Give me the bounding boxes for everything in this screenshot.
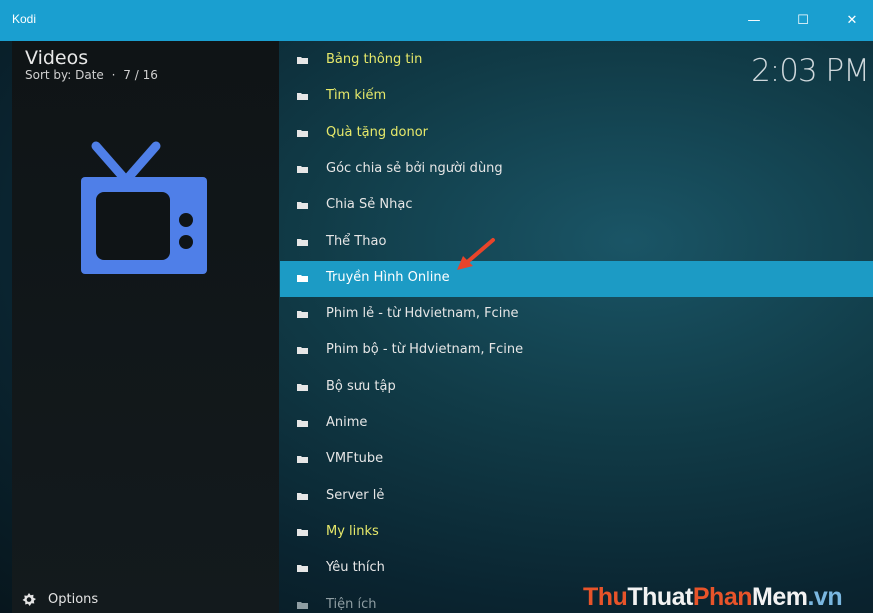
list-item[interactable]: Phim lẻ - từ Hdvietnam, Fcine: [280, 297, 873, 333]
list-item-label: Phim bộ - từ Hdvietnam, Fcine: [326, 342, 524, 358]
folder-icon: [297, 165, 308, 173]
sort-separator: ·: [111, 68, 116, 82]
list-item[interactable]: VMFtube: [280, 442, 873, 478]
list-item[interactable]: Server lẻ: [280, 479, 873, 515]
annotation-arrow: [457, 238, 495, 270]
close-icon: ✕: [846, 13, 858, 28]
folder-icon: [297, 347, 308, 355]
list-item-label: VMFtube: [326, 451, 384, 467]
page-title: Videos: [25, 47, 89, 69]
close-button[interactable]: ✕: [829, 0, 873, 41]
watermark-part: Thu: [583, 583, 628, 611]
list-item-label: Góc chia sẻ bởi người dùng: [326, 160, 503, 176]
folder-icon: [297, 238, 308, 246]
list-item-label: Anime: [326, 415, 368, 430]
folder-icon: [297, 57, 308, 64]
folder-icon: [297, 311, 308, 319]
list-item[interactable]: Truyền Hình Online: [280, 260, 873, 297]
list-item-label: Phim lẻ - từ Hdvietnam, Fcine: [326, 306, 519, 322]
list-item-label: Chia Sẻ Nhạc: [326, 197, 413, 213]
list-item-label: My links: [326, 523, 379, 539]
list-item[interactable]: Thể Thao: [280, 225, 873, 261]
list-item[interactable]: Bảng thông tin: [280, 43, 873, 79]
sort-label: Sort by: Date: [25, 68, 104, 82]
list-item[interactable]: Góc chia sẻ bởi người dùng: [280, 152, 873, 188]
watermark-part: .vn: [807, 583, 843, 611]
folder-icon: [297, 492, 308, 500]
list-item-label: Quà tặng donor: [326, 124, 429, 140]
list-item[interactable]: My links: [280, 515, 873, 551]
folder-icon: [297, 601, 308, 609]
title-bar: Kodi — ☐ ✕: [0, 0, 873, 41]
options-label: Options: [48, 592, 99, 607]
list-item[interactable]: Yêu thích: [280, 551, 873, 587]
watermark-part: Thuat: [627, 583, 693, 611]
folder-icon: [297, 528, 308, 536]
list-item[interactable]: Phim bộ - từ Hdvietnam, Fcine: [280, 333, 873, 369]
watermark: ThuThuatPhanMem.vn: [583, 583, 843, 612]
maximize-icon: ☐: [797, 13, 809, 28]
sort-info[interactable]: Sort by: Date · 7 / 16: [25, 68, 158, 82]
maximize-button[interactable]: ☐: [780, 0, 826, 41]
folder-icon: [297, 202, 308, 210]
list-item[interactable]: Chia Sẻ Nhạc: [280, 188, 873, 224]
left-panel: [12, 41, 279, 613]
folder-icon: [297, 420, 308, 427]
folder-icon: [297, 129, 308, 137]
list-item-label: Thể Thao: [326, 233, 387, 249]
list-item-label: Tiện ích: [326, 596, 377, 612]
item-position: 7 / 16: [123, 68, 158, 82]
list-item[interactable]: Quà tặng donor: [280, 116, 873, 152]
window-title: Kodi: [12, 12, 37, 26]
folder-icon: [297, 565, 308, 573]
folder-icon: [297, 93, 308, 101]
gear-icon: [22, 592, 36, 606]
options-button[interactable]: Options: [22, 592, 98, 607]
list-item[interactable]: Anime: [280, 406, 873, 442]
folder-icon: [297, 383, 308, 391]
kodi-window: Kodi — ☐ ✕ Videos Sort by: Date · 7 / 16…: [0, 0, 873, 613]
watermark-part: Phan: [692, 583, 753, 611]
list-item-label: Truyền Hình Online: [326, 269, 450, 285]
list-item-label: Tìm kiếm: [326, 88, 387, 104]
tv-icon: [81, 141, 207, 274]
list-item[interactable]: Tìm kiếm: [280, 79, 873, 115]
folder-icon: [297, 456, 308, 464]
watermark-part: Mem: [752, 583, 808, 611]
list-item-label: Bộ sưu tập: [326, 378, 396, 394]
minimize-button[interactable]: —: [731, 0, 777, 41]
list-item-label: Yêu thích: [326, 560, 385, 576]
list-item-label: Bảng thông tin: [326, 52, 423, 67]
minimize-icon: —: [747, 13, 761, 28]
list-item-label: Server lẻ: [326, 487, 385, 503]
folder-icon: [297, 274, 308, 282]
list-item[interactable]: Bộ sưu tập: [280, 370, 873, 406]
